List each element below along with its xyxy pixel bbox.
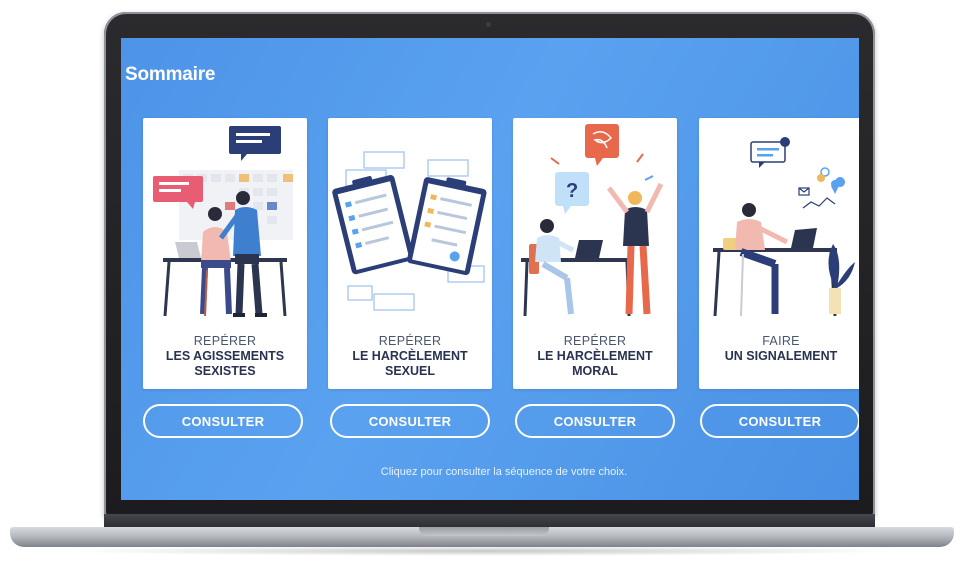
card-title-line: LES AGISSEMENTS bbox=[165, 349, 285, 363]
card-faire-signalement[interactable]: FAIRE UN SIGNALEMENT bbox=[699, 118, 859, 389]
laptop-notch bbox=[419, 527, 549, 536]
card-title-line: MORAL bbox=[572, 364, 618, 378]
consulter-button-signalement[interactable]: CONSULTER bbox=[700, 404, 859, 438]
consulter-button-harcelement-moral[interactable]: CONSULTER bbox=[515, 404, 675, 438]
card-caption: REPÉRER LE HARCÈLEMENT SEXUEL bbox=[328, 334, 492, 379]
laptop-hinge bbox=[104, 514, 875, 528]
consulter-button-agissements-sexistes[interactable]: CONSULTER bbox=[143, 404, 303, 438]
laptop-shadow bbox=[60, 546, 904, 556]
laptop-screen: Sommaire REPÉRER LES AGISSEMENTS SEXISTE… bbox=[121, 38, 859, 500]
reporting-desk-illustration bbox=[713, 137, 855, 317]
documents-clipboards-illustration bbox=[332, 151, 487, 311]
card-title-line: UN SIGNALEMENT bbox=[724, 349, 838, 363]
card-title-line: LE HARCÈLEMENT bbox=[537, 349, 653, 363]
card-caption: REPÉRER LE HARCÈLEMENT MORAL bbox=[513, 334, 677, 379]
consulter-button-harcelement-sexuel[interactable]: CONSULTER bbox=[330, 404, 490, 438]
card-verb: REPÉRER bbox=[563, 334, 627, 348]
svg-text:?: ? bbox=[566, 180, 578, 202]
card-harcelement-moral[interactable]: ? REPÉRER LE HARCÈLEMENT MORAL bbox=[513, 118, 677, 389]
card-caption: FAIRE UN SIGNALEMENT bbox=[699, 334, 859, 364]
angry-coworker-illustration: ? bbox=[521, 124, 664, 317]
card-title-line: SEXISTES bbox=[194, 364, 256, 378]
card-verb: REPÉRER bbox=[378, 334, 442, 348]
card-title-line: SEXUEL bbox=[384, 364, 435, 378]
card-verb: FAIRE bbox=[762, 334, 800, 348]
page-title: Sommaire bbox=[125, 64, 216, 85]
card-harcelement-sexuel[interactable]: REPÉRER LE HARCÈLEMENT SEXUEL bbox=[328, 118, 492, 389]
card-verb: REPÉRER bbox=[193, 334, 257, 348]
office-coworkers-illustration bbox=[153, 126, 293, 317]
instruction-text: Cliquez pour consulter la séquence de vo… bbox=[380, 466, 628, 478]
card-title-line: LE HARCÈLEMENT bbox=[352, 349, 468, 363]
card-agissements-sexistes[interactable]: REPÉRER LES AGISSEMENTS SEXISTES bbox=[143, 118, 307, 389]
laptop-camera bbox=[486, 22, 491, 27]
card-caption: REPÉRER LES AGISSEMENTS SEXISTES bbox=[143, 334, 307, 379]
